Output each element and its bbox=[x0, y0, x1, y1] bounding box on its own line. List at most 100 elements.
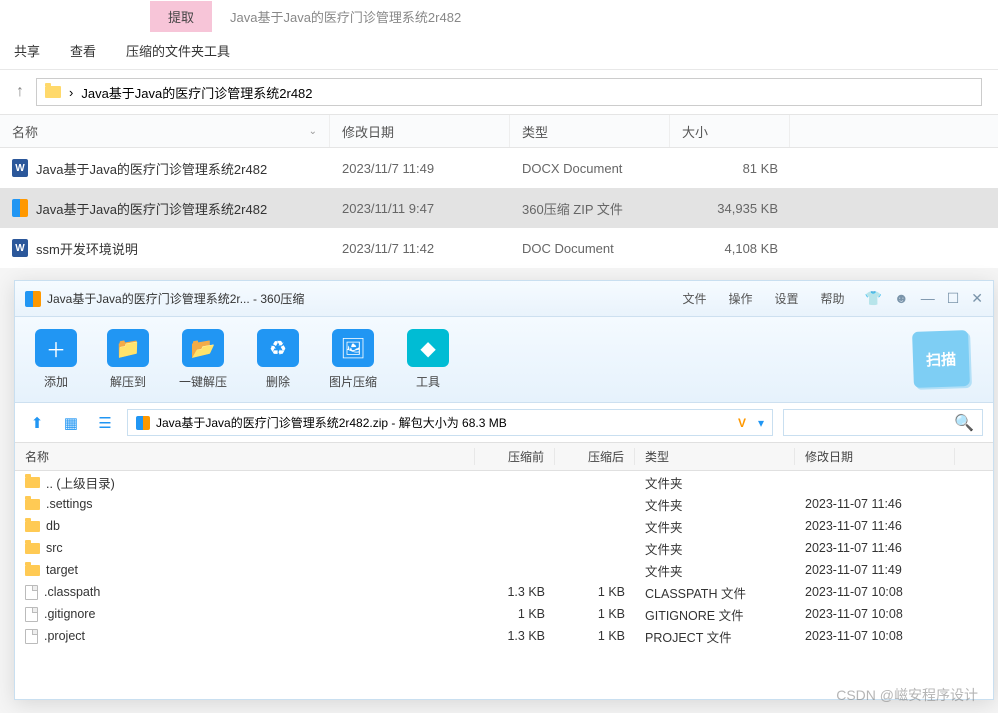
zip-titlebar[interactable]: Java基于Java的医疗门诊管理系统2r... - 360压缩 文件 操作 设… bbox=[15, 281, 993, 317]
zip-item-date: 2023-11-07 11:46 bbox=[795, 497, 955, 511]
file-name: Java基于Java的医疗门诊管理系统2r482 bbox=[36, 199, 267, 218]
zip-item-type: 文件夹 bbox=[635, 539, 795, 558]
view-icon[interactable]: ▦ bbox=[59, 411, 83, 435]
window-title: Java基于Java的医疗门诊管理系统2r482 bbox=[212, 1, 479, 32]
list-item[interactable]: .. (上级目录)文件夹 bbox=[15, 471, 993, 493]
list-item[interactable]: .gitignore1 KB1 KBGITIGNORE 文件2023-11-07… bbox=[15, 603, 993, 625]
scan-badge[interactable]: 扫描 bbox=[912, 330, 970, 388]
zip-item-type: PROJECT 文件 bbox=[635, 627, 795, 646]
folder-icon bbox=[25, 477, 40, 488]
zip-icon bbox=[136, 416, 150, 430]
zip-item-name: .classpath bbox=[44, 585, 100, 599]
menu-operation[interactable]: 操作 bbox=[728, 290, 752, 307]
file-size: 34,935 KB bbox=[670, 201, 790, 216]
zcol-name[interactable]: 名称 bbox=[15, 448, 475, 465]
zip-file-list: .. (上级目录)文件夹.settings文件夹2023-11-07 11:46… bbox=[15, 471, 993, 647]
zip-item-name: src bbox=[46, 541, 63, 555]
dropdown-icon[interactable]: ▾ bbox=[758, 416, 764, 430]
table-row[interactable]: WJava基于Java的医疗门诊管理系统2r4822023/11/7 11:49… bbox=[0, 148, 998, 188]
folder-icon bbox=[45, 86, 61, 98]
close-icon[interactable]: ✕ bbox=[971, 290, 983, 307]
skin-icon[interactable]: 👕 bbox=[865, 290, 882, 307]
add-button[interactable]: ＋添加 bbox=[35, 329, 77, 390]
file-date: 2023/11/7 11:49 bbox=[330, 161, 510, 176]
zip-item-name: .gitignore bbox=[44, 607, 95, 621]
minimize-icon[interactable]: — bbox=[921, 290, 935, 307]
toolbox-button[interactable]: ◆工具 bbox=[407, 329, 449, 390]
zip-item-date: 2023-11-07 11:49 bbox=[795, 563, 955, 577]
zip-window: Java基于Java的医疗门诊管理系统2r... - 360压缩 文件 操作 设… bbox=[14, 280, 994, 700]
up-icon[interactable]: ⬆ bbox=[25, 411, 49, 435]
zip-path-input[interactable]: Java基于Java的医疗门诊管理系统2r482.zip - 解包大小为 68.… bbox=[127, 409, 773, 436]
zip-item-type: CLASSPATH 文件 bbox=[635, 583, 795, 602]
tab-view[interactable]: 查看 bbox=[70, 41, 96, 60]
zip-item-type: GITIGNORE 文件 bbox=[635, 605, 795, 624]
table-row[interactable]: Wssm开发环境说明2023/11/7 11:42DOC Document4,1… bbox=[0, 228, 998, 268]
v-badge: V bbox=[738, 416, 746, 430]
zip-item-pre: 1.3 KB bbox=[475, 585, 555, 599]
feedback-icon[interactable]: ☻ bbox=[894, 290, 909, 307]
zcol-type[interactable]: 类型 bbox=[635, 448, 795, 465]
file-date: 2023/11/7 11:42 bbox=[330, 241, 510, 256]
chevron-down-icon: ⌄ bbox=[309, 126, 317, 137]
folder-icon: 📂 bbox=[182, 329, 224, 367]
zip-column-header: 名称 压缩前 压缩后 类型 修改日期 bbox=[15, 443, 993, 471]
tab-zip-tools[interactable]: 压缩的文件夹工具 bbox=[126, 41, 230, 60]
zip-item-name: .settings bbox=[46, 497, 93, 511]
extract-to-button[interactable]: 📁解压到 bbox=[107, 329, 149, 390]
maximize-icon[interactable]: ☐ bbox=[947, 290, 960, 307]
breadcrumb-item[interactable]: Java基于Java的医疗门诊管理系统2r482 bbox=[81, 83, 312, 102]
table-row[interactable]: Java基于Java的医疗门诊管理系统2r4822023/11/11 9:473… bbox=[0, 188, 998, 228]
trash-icon: ♻ bbox=[257, 329, 299, 367]
col-size[interactable]: 大小 bbox=[670, 115, 790, 147]
list-item[interactable]: db文件夹2023-11-07 11:46 bbox=[15, 515, 993, 537]
list-item[interactable]: .project1.3 KB1 KBPROJECT 文件2023-11-07 1… bbox=[15, 625, 993, 647]
col-type[interactable]: 类型 bbox=[510, 115, 670, 147]
zip-item-type: 文件夹 bbox=[635, 495, 795, 514]
cube-icon: ◆ bbox=[407, 329, 449, 367]
list-icon[interactable]: ☰ bbox=[93, 411, 117, 435]
zip-search-input[interactable]: 🔍 bbox=[783, 409, 983, 436]
file-icon bbox=[25, 585, 38, 600]
col-date[interactable]: 修改日期 bbox=[330, 115, 510, 147]
file-type: DOC Document bbox=[510, 241, 670, 256]
zcol-date[interactable]: 修改日期 bbox=[795, 448, 955, 465]
file-type: 360压缩 ZIP 文件 bbox=[510, 199, 670, 218]
zip-item-name: .. (上级目录) bbox=[46, 473, 115, 492]
zip-item-pre: 1 KB bbox=[475, 607, 555, 621]
explorer-toolbar: 共享 查看 压缩的文件夹工具 bbox=[0, 32, 998, 70]
up-arrow-icon[interactable]: ↑ bbox=[16, 83, 24, 101]
plus-icon: ＋ bbox=[35, 329, 77, 367]
zip-window-title: Java基于Java的医疗门诊管理系统2r... - 360压缩 bbox=[47, 290, 304, 307]
list-item[interactable]: target文件夹2023-11-07 11:49 bbox=[15, 559, 993, 581]
zcol-post[interactable]: 压缩后 bbox=[555, 448, 635, 465]
oneclick-extract-button[interactable]: 📂一键解压 bbox=[179, 329, 227, 390]
menu-file[interactable]: 文件 bbox=[682, 290, 706, 307]
zip-item-date: 2023-11-07 11:46 bbox=[795, 519, 955, 533]
folder-icon bbox=[25, 565, 40, 576]
col-name[interactable]: 名称⌄ bbox=[0, 115, 330, 147]
zip-item-type: 文件夹 bbox=[635, 517, 795, 536]
tab-extract[interactable]: 提取 bbox=[150, 1, 212, 32]
zip-item-post: 1 KB bbox=[555, 585, 635, 599]
file-type: DOCX Document bbox=[510, 161, 670, 176]
image-compress-button[interactable]: 🖼图片压缩 bbox=[329, 329, 377, 390]
zip-item-pre: 1.3 KB bbox=[475, 629, 555, 643]
list-item[interactable]: src文件夹2023-11-07 11:46 bbox=[15, 537, 993, 559]
folder-up-icon: 📁 bbox=[107, 329, 149, 367]
file-icon bbox=[25, 607, 38, 622]
menu-help[interactable]: 帮助 bbox=[821, 290, 845, 307]
zip-item-name: .project bbox=[44, 629, 85, 643]
zip-toolbar: ＋添加 📁解压到 📂一键解压 ♻删除 🖼图片压缩 ◆工具 扫描 bbox=[15, 317, 993, 403]
address-input[interactable]: › Java基于Java的医疗门诊管理系统2r482 bbox=[36, 78, 982, 106]
zcol-pre[interactable]: 压缩前 bbox=[475, 448, 555, 465]
zip-item-post: 1 KB bbox=[555, 607, 635, 621]
tab-share[interactable]: 共享 bbox=[14, 41, 40, 60]
delete-button[interactable]: ♻删除 bbox=[257, 329, 299, 390]
zip-file-icon bbox=[12, 199, 28, 217]
list-item[interactable]: .classpath1.3 KB1 KBCLASSPATH 文件2023-11-… bbox=[15, 581, 993, 603]
menu-settings[interactable]: 设置 bbox=[775, 290, 799, 307]
list-item[interactable]: .settings 文件夹2023-11-07 11:46 bbox=[15, 493, 993, 515]
zip-item-date: 2023-11-07 10:08 bbox=[795, 607, 955, 621]
search-icon: 🔍 bbox=[954, 413, 974, 433]
